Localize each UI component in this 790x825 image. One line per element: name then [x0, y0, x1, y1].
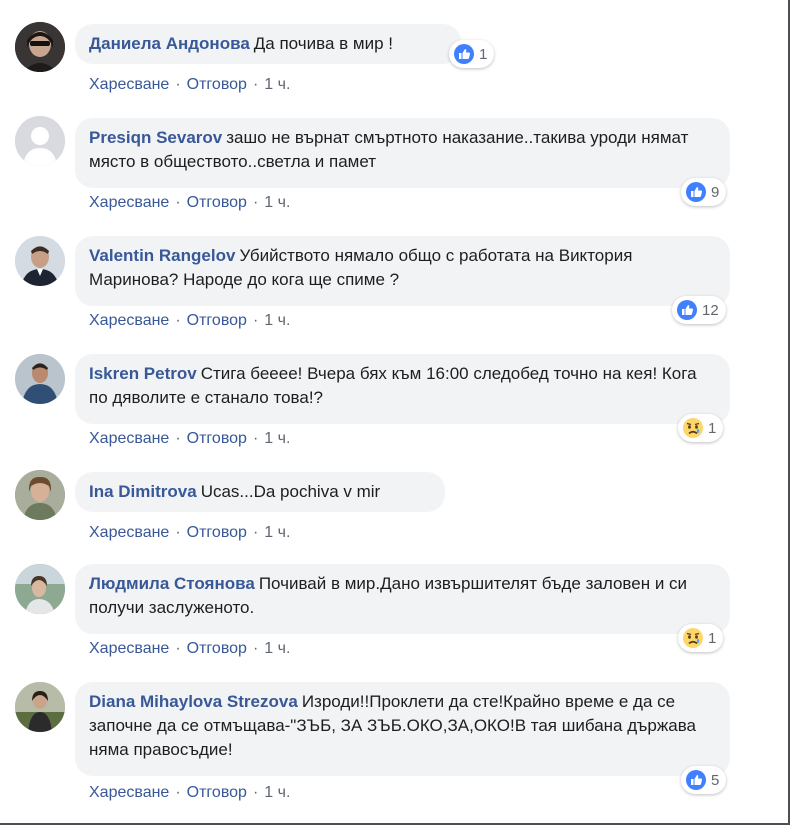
avatar[interactable]: [15, 22, 65, 72]
avatar[interactable]: [15, 236, 65, 286]
comment-author[interactable]: Iskren Petrov: [89, 364, 197, 383]
like-icon: [677, 300, 697, 320]
reaction-number: 1: [708, 629, 717, 647]
comment-time[interactable]: 1 ч.: [264, 784, 290, 801]
avatar[interactable]: [15, 682, 65, 732]
separator-dot: ·: [252, 430, 259, 447]
sad-icon: [683, 628, 703, 648]
comment-bubble: Даниела Андонова Да почива в мир !: [75, 24, 461, 64]
like-link[interactable]: Харесване: [89, 524, 169, 541]
comment-author[interactable]: Diana Mihaylova Strezova: [89, 692, 298, 711]
comment-actions: Харесване · Отговор · 1 ч.: [89, 430, 290, 448]
separator-dot: ·: [175, 524, 181, 541]
reply-link[interactable]: Отговор: [187, 784, 247, 801]
like-icon: [454, 44, 474, 64]
comment-time[interactable]: 1 ч.: [264, 312, 290, 329]
comment-time[interactable]: 1 ч.: [264, 640, 290, 657]
separator-dot: ·: [175, 640, 181, 657]
comment-time[interactable]: 1 ч.: [264, 524, 290, 541]
separator-dot: ·: [252, 640, 259, 657]
comment-actions: Харесване · Отговор · 1 ч.: [89, 312, 290, 330]
separator-dot: ·: [175, 194, 181, 211]
separator-dot: ·: [175, 312, 181, 329]
comments-panel: Даниела Андонова Да почива в мир ! 1 Харе…: [0, 0, 790, 825]
reply-link[interactable]: Отговор: [187, 194, 247, 211]
comment-actions: Харесване · Отговор · 1 ч.: [89, 194, 290, 212]
like-link[interactable]: Харесване: [89, 312, 169, 329]
comment-bubble: Valentin Rangelov Убийството нямало общо …: [75, 236, 730, 306]
comment-actions: Харесване · Отговор · 1 ч.: [89, 640, 290, 658]
comment-time[interactable]: 1 ч.: [264, 194, 290, 211]
comment-bubble: Iskren Petrov Стига беееe! Вчера бях към …: [75, 354, 730, 424]
reply-link[interactable]: Отговор: [187, 76, 247, 93]
reaction-count[interactable]: 1: [678, 624, 724, 652]
separator-dot: ·: [175, 784, 181, 801]
avatar[interactable]: [15, 116, 65, 166]
separator-dot: ·: [252, 194, 259, 211]
avatar[interactable]: [15, 564, 65, 614]
like-link[interactable]: Харесване: [89, 430, 169, 447]
reaction-number: 9: [711, 183, 720, 201]
avatar[interactable]: [15, 470, 65, 520]
comment-actions: Харесване · Отговор · 1 ч.: [89, 784, 290, 802]
reaction-count[interactable]: 12: [672, 296, 726, 324]
comment-author[interactable]: Ina Dimitrova: [89, 482, 197, 501]
separator-dot: ·: [175, 76, 181, 93]
separator-dot: ·: [252, 312, 259, 329]
avatar[interactable]: [15, 354, 65, 404]
comment-text: Ucas...Da pochiva v mir: [200, 482, 381, 501]
comment-author[interactable]: Presiqn Sevarov: [89, 128, 222, 147]
comment-time[interactable]: 1 ч.: [264, 430, 290, 447]
reply-link[interactable]: Отговор: [187, 640, 247, 657]
comment-bubble: Людмила Стоянова Почивай в мир.Дано извър…: [75, 564, 730, 634]
comment-author[interactable]: Valentin Rangelov: [89, 246, 235, 265]
comment-author[interactable]: Даниела Андонова: [89, 34, 250, 53]
comment-actions: Харесване · Отговор · 1 ч.: [89, 76, 290, 94]
separator-dot: ·: [175, 430, 181, 447]
comment-time[interactable]: 1 ч.: [264, 76, 290, 93]
reaction-count[interactable]: 1: [449, 40, 495, 68]
like-link[interactable]: Харесване: [89, 194, 169, 211]
like-link[interactable]: Харесване: [89, 784, 169, 801]
like-icon: [686, 182, 706, 202]
like-link[interactable]: Харесване: [89, 640, 169, 657]
comment-bubble: Ina Dimitrova Ucas...Da pochiva v mir: [75, 472, 445, 512]
separator-dot: ·: [252, 524, 259, 541]
comment-author[interactable]: Людмила Стоянова: [89, 574, 255, 593]
reaction-count[interactable]: 1: [678, 414, 724, 442]
reaction-count[interactable]: 9: [681, 178, 727, 206]
comment-text: Да почива в мир !: [253, 34, 393, 53]
sad-icon: [683, 418, 703, 438]
reply-link[interactable]: Отговор: [187, 312, 247, 329]
separator-dot: ·: [252, 784, 259, 801]
reaction-count[interactable]: 5: [681, 766, 727, 794]
reply-link[interactable]: Отговор: [187, 524, 247, 541]
like-icon: [686, 770, 706, 790]
reaction-number: 12: [702, 301, 719, 319]
reaction-number: 1: [708, 419, 717, 437]
reaction-number: 1: [479, 45, 488, 63]
reaction-number: 5: [711, 771, 720, 789]
comment-actions: Харесване · Отговор · 1 ч.: [89, 524, 290, 542]
separator-dot: ·: [252, 76, 259, 93]
reply-link[interactable]: Отговор: [187, 430, 247, 447]
like-link[interactable]: Харесване: [89, 76, 169, 93]
comment-bubble: Diana Mihaylova Strezova Изроди!!Проклети…: [75, 682, 730, 776]
comment-bubble: Presiqn Sevarov зашо не върнат смъртното …: [75, 118, 730, 188]
